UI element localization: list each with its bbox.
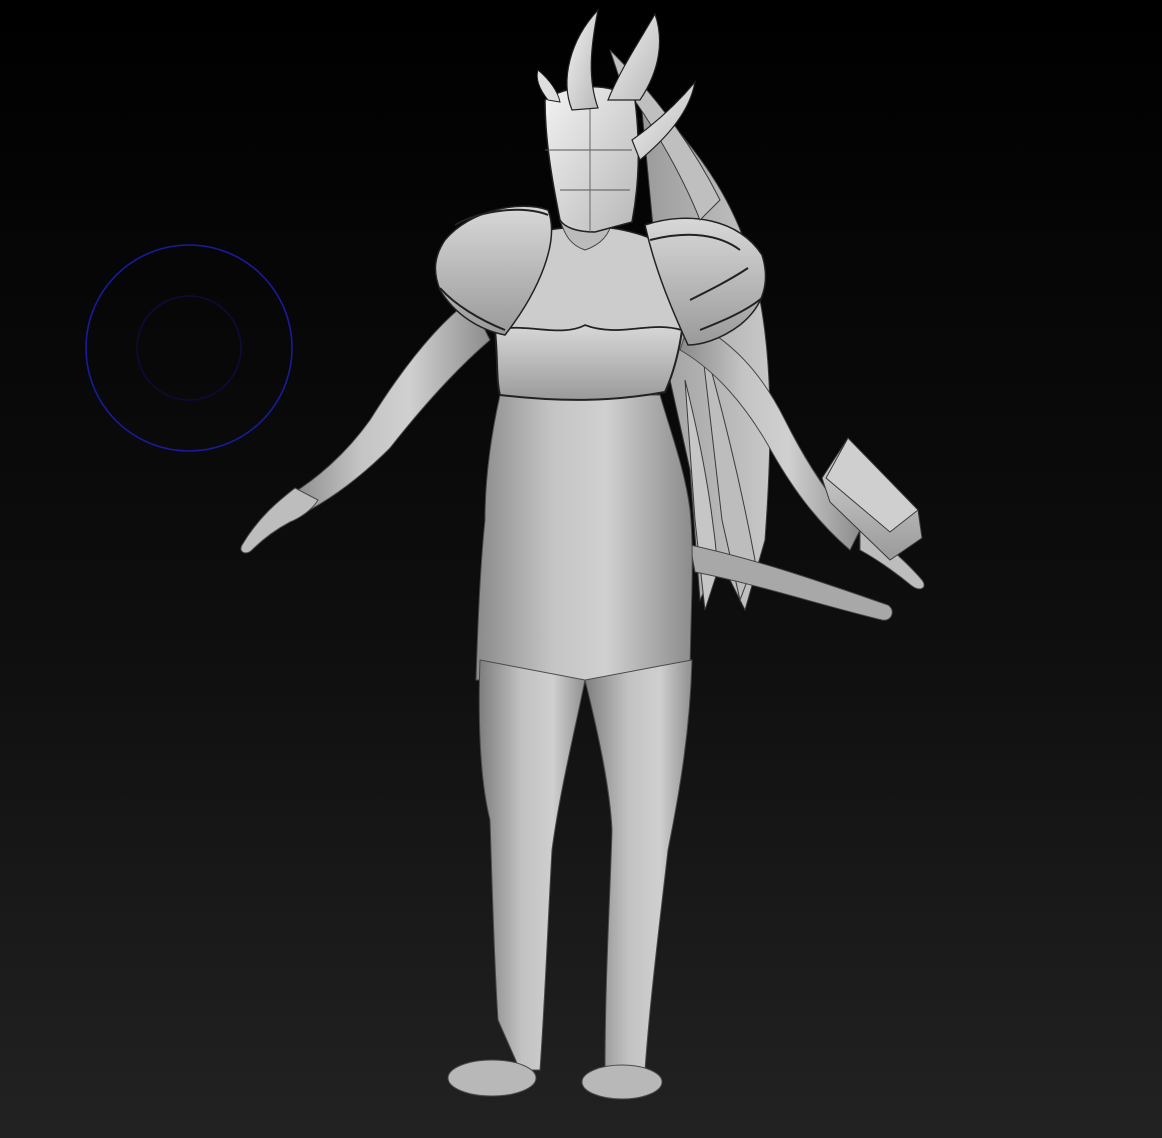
chest-armor xyxy=(493,323,684,401)
viewport-canvas[interactable] xyxy=(0,0,1162,1138)
sculpt-viewport[interactable] xyxy=(0,0,1162,1138)
right-foot xyxy=(581,1064,663,1100)
left-foot xyxy=(447,1059,537,1097)
torso xyxy=(475,394,693,681)
